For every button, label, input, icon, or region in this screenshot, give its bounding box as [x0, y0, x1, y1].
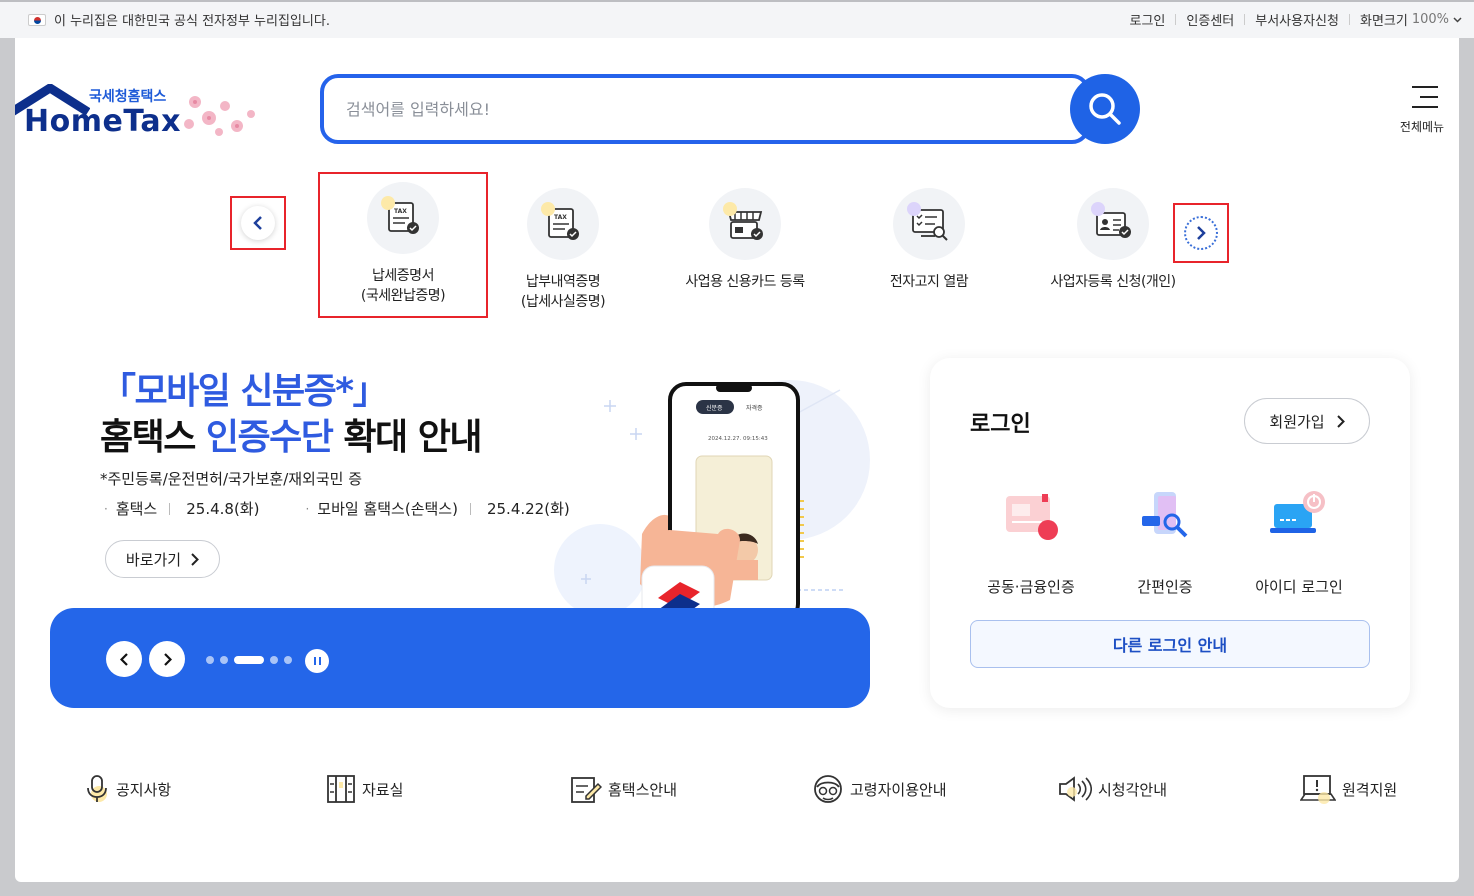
hero-next-button[interactable] — [149, 641, 185, 677]
chevron-down-icon — [1453, 16, 1462, 23]
hero-prev-button[interactable] — [106, 641, 142, 677]
pagination-dot[interactable] — [206, 656, 214, 664]
tax-payment-certificate-icon: TAX — [527, 188, 599, 260]
hero-dates: · 홈택스 25.4.8(화) · 모바일 홈택스(손택스) 25.4.22(화… — [104, 500, 570, 518]
search-icon — [1089, 93, 1121, 125]
quick-item-label: 사업자등록 신청(개인) — [1050, 274, 1176, 290]
search-input[interactable] — [346, 96, 1026, 122]
mobile-id-illustration: 신분증 자격증 2024.12.27. 09:15:43 — [554, 380, 870, 630]
hero-date1-value: 25.4.8(화) — [186, 500, 260, 518]
browser-window: 국세청홈택스 HomeTax 전체메뉴 — [15, 38, 1459, 882]
document-edit-icon — [571, 777, 602, 803]
login-option-certificate[interactable]: 공동·금융인증 — [966, 486, 1096, 597]
quick-next-button[interactable] — [1173, 203, 1229, 263]
hero-pagination — [206, 656, 292, 664]
login-option-simple[interactable]: 간편인증 — [1100, 486, 1230, 597]
hero-date2-label: 모바일 홈택스(손택스) — [317, 500, 458, 518]
elderly-person-icon — [814, 775, 842, 803]
archive-link[interactable]: 자료실 — [326, 774, 403, 804]
hometax-logo[interactable]: 국세청홈택스 HomeTax — [15, 82, 260, 154]
korea-flag-icon — [28, 13, 46, 26]
hometax-guide-link[interactable]: 홈택스안내 — [570, 774, 677, 804]
pagination-dot[interactable] — [284, 656, 292, 664]
search-button[interactable] — [1070, 74, 1140, 144]
remote-monitor-icon — [1300, 775, 1336, 804]
goto-button[interactable]: 바로가기 — [105, 540, 220, 578]
chevron-right-icon — [1197, 226, 1206, 240]
tax-certificate-icon: TAX — [367, 182, 439, 254]
gov-banner: 이 누리집은 대한민국 공식 전자정부 누리집입니다. 로그인 인증센터 부서사… — [0, 0, 1474, 38]
simple-auth-icon — [1142, 492, 1188, 538]
certificate-card-icon — [1006, 494, 1058, 540]
hero-note: *주민등록/운전면허/국가보훈/재외국민 증 — [100, 470, 363, 488]
notice-link[interactable]: 공지사항 — [84, 774, 171, 804]
pagination-dot[interactable] — [234, 656, 264, 664]
chevron-left-icon — [119, 652, 128, 666]
svg-text:TAX: TAX — [394, 208, 407, 215]
hero-title-line2: 홈택스 인증수단 확대 안내 — [100, 417, 482, 458]
other-login-button[interactable]: 다른 로그인 안내 — [970, 620, 1370, 668]
quick-item-business-card[interactable]: 사업용 신용카드 등록 — [660, 188, 830, 292]
quick-item-e-notice[interactable]: 전자고지 열람 — [844, 188, 1014, 292]
quick-item-label: 사업용 신용카드 등록 — [685, 274, 805, 290]
cert-center-link[interactable]: 인증센터 — [1186, 10, 1234, 29]
quick-prev-button[interactable] — [230, 196, 286, 250]
all-menu-label: 전체메뉴 — [1399, 120, 1445, 134]
zoom-select[interactable]: 100% — [1412, 12, 1462, 27]
quick-item-payment-certificate[interactable]: TAX 납부내역증명 (납세사실증명) — [478, 188, 648, 312]
hero-control-bar — [50, 608, 870, 708]
business-registration-icon — [1077, 188, 1149, 260]
business-card-icon — [709, 188, 781, 260]
gov-banner-text: 이 누리집은 대한민국 공식 전자정부 누리집입니다. — [54, 14, 330, 29]
quick-item-tax-certificate[interactable]: TAX 납세증명서 (국세완납증명) — [318, 172, 488, 318]
elderly-guide-link[interactable]: 고령자이용안내 — [812, 774, 947, 804]
search-box — [320, 74, 1090, 144]
hero-date1-label: 홈택스 — [115, 500, 158, 518]
login-option-id[interactable]: 아이디 로그인 — [1234, 486, 1364, 597]
chevron-left-icon — [253, 216, 262, 230]
e-notice-icon — [893, 188, 965, 260]
zoom-label: 화면크기 — [1359, 14, 1408, 29]
cherry-blossom-icon — [184, 96, 255, 136]
quick-item-label: 납부내역증명 (납세사실증명) — [520, 274, 606, 310]
top-login-link[interactable]: 로그인 — [1130, 10, 1166, 29]
chevron-right-icon — [1336, 414, 1345, 428]
quick-item-label: 납세증명서 (국세완납증명) — [360, 268, 446, 304]
pagination-dot[interactable] — [270, 656, 278, 664]
svg-text:2024.12.27. 09:15:43: 2024.12.27. 09:15:43 — [708, 436, 768, 442]
svg-text:신분증: 신분증 — [706, 404, 723, 412]
login-title: 로그인 — [970, 412, 1031, 437]
login-card: 로그인 회원가입 공동·금융인증 간편인증 아이디 로그인 다른 로그인 안내 — [930, 358, 1410, 708]
audiovisual-guide-link[interactable]: 시청각안내 — [1058, 774, 1167, 804]
id-login-icon — [1270, 491, 1325, 533]
quick-item-label: 전자고지 열람 — [889, 274, 969, 290]
speaker-icon — [1059, 776, 1092, 802]
microphone-icon — [87, 775, 107, 802]
svg-text:TAX: TAX — [554, 214, 567, 221]
chevron-right-icon — [163, 652, 172, 666]
pagination-dot[interactable] — [220, 656, 228, 664]
hamburger-icon — [1412, 86, 1438, 108]
dept-user-link[interactable]: 부서사용자신청 — [1255, 10, 1339, 29]
chevron-right-icon — [191, 552, 200, 566]
hero-title-line1: 「모바일 신분증*」 — [100, 371, 389, 412]
archive-icon — [327, 775, 355, 803]
svg-text:자격증: 자격증 — [746, 404, 763, 412]
remote-support-link[interactable]: 원격지원 — [1300, 774, 1397, 804]
all-menu-button[interactable]: 전체메뉴 — [1398, 86, 1452, 135]
logo-title: HomeTax — [24, 104, 182, 139]
logo-subtitle: 국세청홈택스 — [89, 89, 167, 105]
join-button[interactable]: 회원가입 — [1244, 398, 1370, 444]
hero-pause-button[interactable] — [305, 649, 329, 673]
